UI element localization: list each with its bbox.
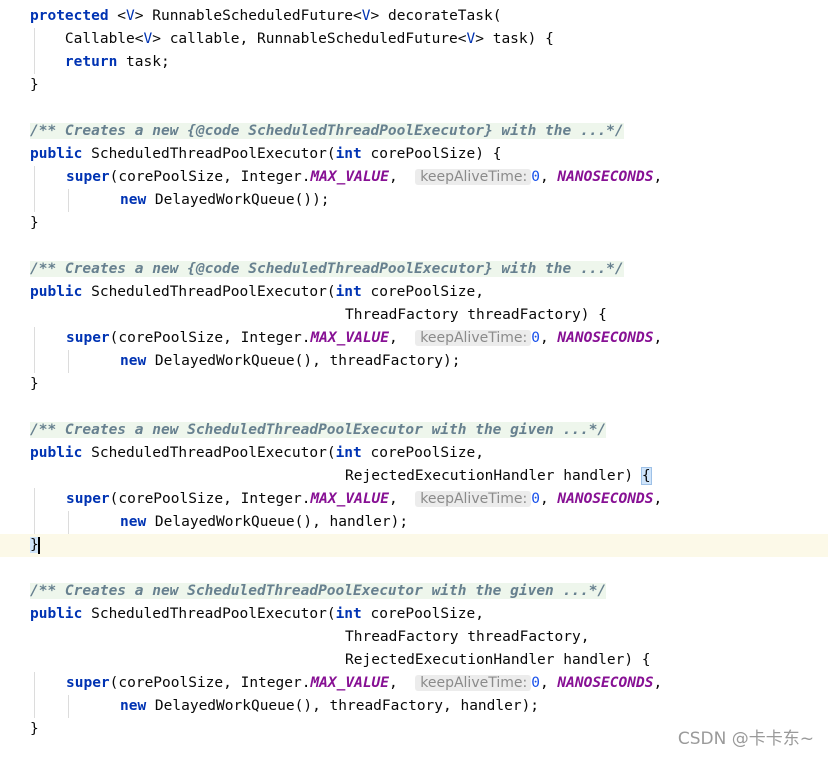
indent-guide	[34, 166, 35, 212]
code-line[interactable]: ThreadFactory threadFactory) {	[0, 304, 828, 327]
indent-guide	[68, 350, 69, 373]
javadoc-comment[interactable]: /** Creates a new {@code ScheduledThread…	[30, 261, 624, 277]
code-line[interactable]: ThreadFactory threadFactory,	[0, 626, 828, 649]
code-line[interactable]: RejectedExecutionHandler handler) {	[0, 649, 828, 672]
code-line[interactable]: RejectedExecutionHandler handler) {	[0, 465, 828, 488]
code-line[interactable]: /** Creates a new ScheduledThreadPoolExe…	[0, 580, 828, 603]
code-line[interactable]: return task;	[0, 51, 828, 74]
watermark: CSDN @卡卡东~	[677, 729, 814, 749]
indent-guide	[34, 488, 35, 534]
code-line[interactable]: public ScheduledThreadPoolExecutor(int c…	[0, 603, 828, 626]
parameter-hint: keepAliveTime:	[415, 675, 532, 691]
code-line[interactable]: }	[0, 373, 828, 396]
matched-brace: {	[640, 467, 652, 485]
indent-guide	[68, 695, 69, 718]
text-caret	[37, 536, 40, 554]
indent-guide	[34, 327, 35, 373]
code-line[interactable]: new DelayedWorkQueue(), handler);	[0, 511, 828, 534]
code-line[interactable]: Callable<V> callable, RunnableScheduledF…	[0, 28, 828, 51]
code-line[interactable]: new DelayedWorkQueue());	[0, 189, 828, 212]
code-line[interactable]: /** Creates a new {@code ScheduledThread…	[0, 120, 828, 143]
code-line[interactable]: new DelayedWorkQueue(), threadFactory, h…	[0, 695, 828, 718]
code-line[interactable]: super(corePoolSize, Integer.MAX_VALUE, k…	[0, 488, 828, 511]
current-line[interactable]: }	[0, 534, 828, 557]
code-line[interactable]: /** Creates a new ScheduledThreadPoolExe…	[0, 419, 828, 442]
parameter-hint: keepAliveTime:	[415, 169, 532, 185]
code-line[interactable]: }	[0, 74, 828, 97]
indent-guide	[68, 189, 69, 212]
code-line[interactable]: public ScheduledThreadPoolExecutor(int c…	[0, 442, 828, 465]
code-line[interactable]: }	[0, 212, 828, 235]
indent-guide	[68, 511, 69, 534]
indent-guide	[34, 28, 35, 74]
code-line[interactable]: public ScheduledThreadPoolExecutor(int c…	[0, 143, 828, 166]
parameter-hint: keepAliveTime:	[415, 491, 532, 507]
code-line[interactable]: super(corePoolSize, Integer.MAX_VALUE, k…	[0, 327, 828, 350]
code-line[interactable]: /** Creates a new {@code ScheduledThread…	[0, 258, 828, 281]
javadoc-comment[interactable]: /** Creates a new ScheduledThreadPoolExe…	[30, 583, 607, 599]
javadoc-comment[interactable]: /** Creates a new ScheduledThreadPoolExe…	[30, 422, 607, 438]
code-line[interactable]: super(corePoolSize, Integer.MAX_VALUE, k…	[0, 166, 828, 189]
indent-guide	[34, 672, 35, 718]
code-line[interactable]: protected <V> RunnableScheduledFuture<V>…	[0, 5, 828, 28]
code-line[interactable]: public ScheduledThreadPoolExecutor(int c…	[0, 281, 828, 304]
code-line[interactable]: super(corePoolSize, Integer.MAX_VALUE, k…	[0, 672, 828, 695]
parameter-hint: keepAliveTime:	[415, 330, 532, 346]
code-line[interactable]: new DelayedWorkQueue(), threadFactory);	[0, 350, 828, 373]
javadoc-comment[interactable]: /** Creates a new {@code ScheduledThread…	[30, 123, 624, 139]
